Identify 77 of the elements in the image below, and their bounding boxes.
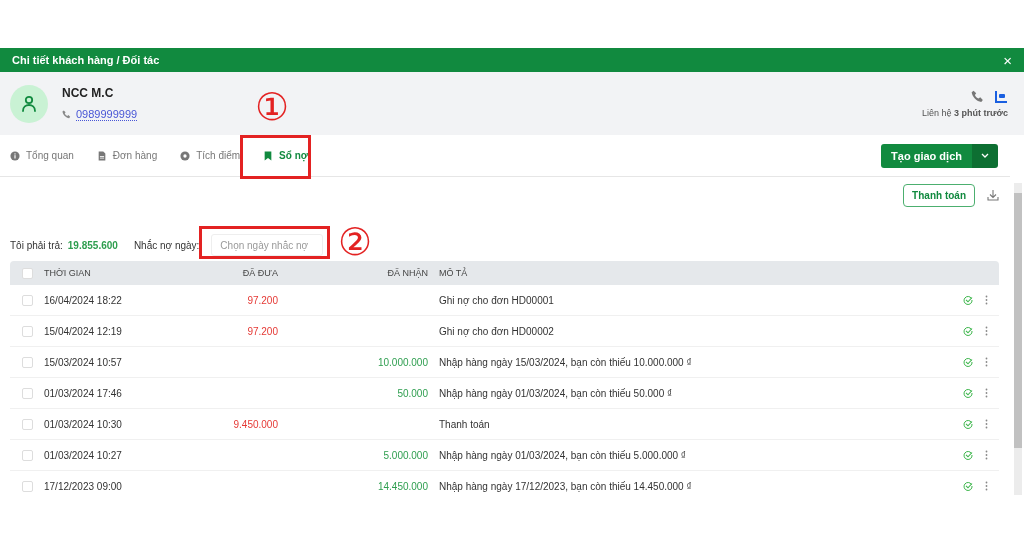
table-cell: Nhập hàng ngày 01/03/2024, bạn còn thiếu 50.000 ₫: [439, 387, 673, 399]
checkbox[interactable]: [22, 480, 33, 492]
payable-label: Tôi phải trả:: [10, 239, 63, 251]
table-cell: Nhập hàng ngày 15/03/2024, bạn còn thiếu 10.000.000 ₫: [439, 356, 692, 368]
table-cell-text: 16/04/2024 18:22: [44, 294, 123, 306]
download-icon[interactable]: [987, 189, 999, 201]
contact-name: NCC M.C: [62, 86, 115, 100]
info-icon: [10, 150, 20, 161]
check-circle-icon[interactable]: [963, 450, 973, 460]
table-cell: 97.200: [247, 325, 278, 337]
table-cell: 14.450.000: [377, 480, 428, 492]
check-circle-icon[interactable]: [963, 357, 973, 367]
table-cell-text: 17/12/2023 09:00: [44, 480, 123, 492]
check-circle-icon[interactable]: [963, 388, 973, 398]
more-icon[interactable]: [985, 481, 988, 491]
caret-icon: [981, 153, 989, 158]
tab[interactable]: Sổ nợ: [263, 150, 308, 161]
callout-number: ①: [255, 88, 290, 126]
more-icon[interactable]: [985, 450, 988, 460]
table-cell: Ghi nợ cho đơn HD00001: [439, 294, 554, 306]
table-cell: Ghi nợ cho đơn HD00002: [439, 325, 554, 337]
more-icon[interactable]: [985, 388, 988, 398]
table-cell-text: 01/03/2024 17:46: [44, 387, 123, 399]
scrollbar[interactable]: [1014, 183, 1022, 495]
checkbox[interactable]: [22, 356, 33, 368]
phone-icon[interactable]: [971, 90, 984, 103]
create-transaction-button[interactable]: Tạo giao dịch: [881, 143, 972, 168]
checkbox[interactable]: [22, 387, 33, 399]
table-cell: 97.200: [247, 294, 278, 306]
phone-icon: [62, 110, 71, 119]
avatar-icon: [10, 84, 48, 123]
points-icon: [180, 150, 191, 161]
reminder-label: Nhắc nợ ngày:: [133, 239, 200, 251]
dropdown-button[interactable]: [972, 143, 998, 168]
payment-button[interactable]: Thanh toán: [903, 183, 975, 207]
table-cell-text: 15/04/2024 12:19: [44, 325, 123, 337]
column-header: ĐÃ ĐƯA: [241, 268, 278, 278]
phone-link[interactable]: 0989999999: [76, 108, 138, 121]
table-cell-text: 01/03/2024 10:30: [44, 418, 123, 430]
column-header: ĐÃ NHẬN: [386, 268, 428, 278]
last-contact-text: Liên hệ 3 phút trước: [922, 107, 1008, 118]
table-cell-text: 15/03/2024 10:57: [44, 356, 123, 368]
highlight-box: [240, 135, 311, 179]
column-header: MÔ TẢ: [438, 268, 469, 278]
checkbox[interactable]: [22, 449, 33, 461]
table-cell: Nhập hàng ngày 01/03/2024, bạn còn thiếu 5.000.000 ₫: [439, 449, 686, 461]
close-button[interactable]: ×: [1003, 52, 1012, 68]
callout-number: ②: [338, 223, 373, 261]
checkbox[interactable]: [22, 325, 33, 337]
more-icon[interactable]: [985, 419, 988, 429]
tab[interactable]: Đơn hàng: [96, 150, 158, 161]
checkbox[interactable]: [22, 267, 33, 279]
table-cell: 9.450.000: [233, 418, 278, 430]
column-header: THỜI GIAN: [44, 268, 92, 278]
check-circle-icon[interactable]: [963, 295, 973, 305]
date-field[interactable]: Chọn ngày nhắc nợ: [211, 234, 324, 256]
checkbox[interactable]: [22, 418, 33, 430]
chat-app-icon[interactable]: [994, 89, 1008, 104]
more-icon[interactable]: [985, 326, 988, 336]
table-cell: 10.000.000: [377, 356, 428, 368]
table-cell: Nhập hàng ngày 17/12/2023, bạn còn thiếu 14.450.000 ₫: [439, 480, 692, 492]
table-cell: Thanh toán: [439, 418, 490, 430]
check-circle-icon[interactable]: [963, 326, 973, 336]
table-cell-text: 01/03/2024 10:27: [44, 449, 123, 461]
payable-amount: 19.855.600: [67, 239, 118, 251]
table-cell: 50.000: [397, 387, 428, 399]
more-icon[interactable]: [985, 295, 988, 305]
tab[interactable]: Tích điểm: [180, 150, 241, 161]
window-title: Chi tiết khách hàng / Đối tác: [12, 54, 160, 66]
table-cell: 5.000.000: [383, 449, 428, 461]
bookmark-icon: [263, 150, 274, 161]
check-circle-icon[interactable]: [963, 481, 973, 491]
check-circle-icon[interactable]: [963, 419, 973, 429]
checkbox[interactable]: [22, 294, 33, 306]
more-icon[interactable]: [985, 357, 988, 367]
tab[interactable]: Tổng quan: [10, 150, 74, 161]
document-icon: [96, 150, 107, 161]
